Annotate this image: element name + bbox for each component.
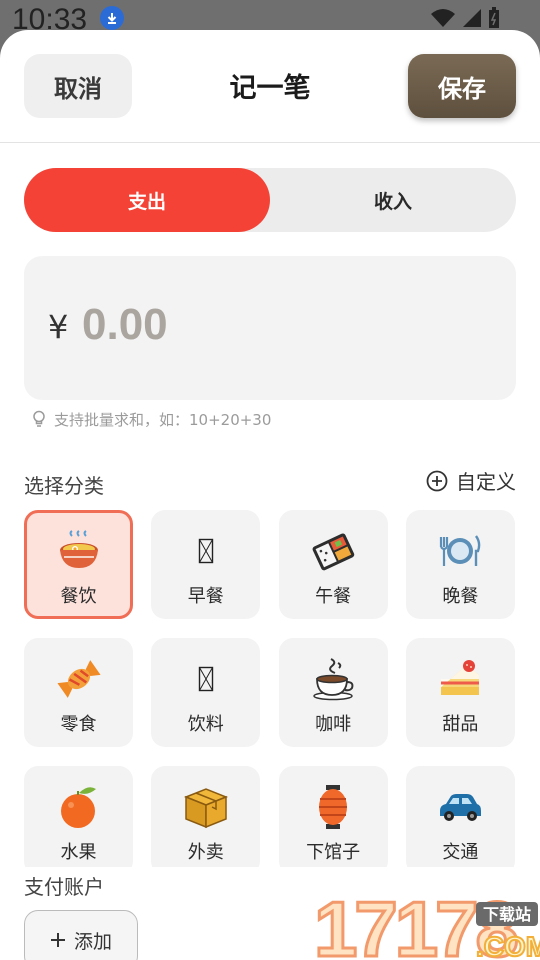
car-icon bbox=[437, 784, 483, 830]
category-label: 下馆子 bbox=[306, 842, 361, 863]
noodle-bowl-icon bbox=[56, 528, 102, 574]
plus-icon bbox=[50, 933, 65, 947]
plus-circle-icon bbox=[426, 470, 448, 491]
tab-expense[interactable]: 支出 bbox=[24, 168, 270, 232]
cancel-button[interactable]: 取消 bbox=[24, 54, 132, 118]
cake-icon bbox=[437, 656, 483, 702]
category-label: 咖啡 bbox=[315, 714, 352, 735]
category-tile-breakfast[interactable]: 早餐 bbox=[151, 510, 261, 619]
tangerine-icon bbox=[56, 784, 102, 830]
hot-coffee-icon bbox=[310, 656, 356, 702]
amount-value: 0.00 bbox=[82, 300, 168, 349]
plate-cutlery-icon bbox=[437, 528, 483, 574]
category-tile-fruit[interactable]: 水果 bbox=[24, 766, 133, 867]
category-label: 午餐 bbox=[315, 586, 352, 607]
download-icon bbox=[100, 6, 124, 30]
category-tile-snacks[interactable]: 零食 bbox=[24, 638, 133, 747]
missing-glyph-icon bbox=[183, 656, 229, 702]
custom-category-label: 自定义 bbox=[456, 470, 516, 494]
amount-input[interactable]: ¥ 0.00 bbox=[24, 256, 516, 400]
category-tile-dining[interactable]: 餐饮 bbox=[24, 510, 133, 619]
category-label: 水果 bbox=[60, 842, 97, 863]
add-account-label: 添加 bbox=[73, 930, 112, 953]
type-toggle: 支出 收入 bbox=[24, 168, 516, 232]
watermark-suffix: .COM bbox=[476, 931, 540, 960]
category-tile-transport[interactable]: 交通 bbox=[405, 766, 515, 867]
missing-glyph-icon bbox=[183, 528, 229, 574]
save-button[interactable]: 保存 bbox=[408, 54, 516, 118]
sum-hint-text: 支持批量求和，如：10+20+30 bbox=[54, 410, 272, 429]
category-label: 外卖 bbox=[187, 842, 224, 863]
category-label: 晚餐 bbox=[442, 586, 479, 607]
category-label: 餐饮 bbox=[60, 586, 97, 607]
category-label: 早餐 bbox=[187, 586, 224, 607]
page-title: 记一笔 bbox=[229, 73, 311, 104]
site-watermark: 17178 下载站 .COM bbox=[313, 868, 540, 960]
sum-hint: 支持批量求和，如：10+20+30 bbox=[32, 408, 271, 430]
category-label: 交通 bbox=[442, 842, 479, 863]
candy-icon bbox=[56, 656, 102, 702]
category-label: 甜品 bbox=[442, 714, 479, 735]
category-section-title: 选择分类 bbox=[24, 474, 104, 498]
category-label: 零食 bbox=[60, 714, 97, 735]
status-icons bbox=[430, 7, 500, 29]
lantern-icon bbox=[310, 784, 356, 830]
category-grid-viewport[interactable]: 餐饮 早餐 午餐 晚餐 零食 饮料 咖啡 甜品 水果 外卖 下馆子 交通 bbox=[0, 510, 540, 867]
category-grid: 餐饮 早餐 午餐 晚餐 零食 饮料 咖啡 甜品 水果 外卖 下馆子 交通 bbox=[24, 510, 516, 867]
category-tile-takeout[interactable]: 外卖 bbox=[151, 766, 261, 867]
record-sheet: 取消 记一笔 保存 支出 收入 ¥ 0.00 支持批量求和，如：10+20+30… bbox=[0, 30, 540, 960]
category-tile-drinks[interactable]: 饮料 bbox=[151, 638, 261, 747]
category-tile-restaurant[interactable]: 下馆子 bbox=[278, 766, 388, 867]
payment-section-title: 支付账户 bbox=[24, 875, 104, 899]
currency-symbol: ¥ bbox=[48, 308, 69, 346]
package-icon bbox=[183, 784, 229, 830]
battery-icon bbox=[489, 7, 499, 28]
category-tile-coffee[interactable]: 咖啡 bbox=[278, 638, 388, 747]
category-tile-lunch[interactable]: 午餐 bbox=[278, 510, 388, 619]
bento-box-icon bbox=[310, 528, 356, 574]
wifi-icon bbox=[431, 9, 455, 27]
watermark-badge: 下载站 bbox=[483, 905, 531, 924]
tab-income[interactable]: 收入 bbox=[270, 168, 516, 232]
category-tile-dessert[interactable]: 甜品 bbox=[405, 638, 515, 747]
category-tile-dinner[interactable]: 晚餐 bbox=[405, 510, 515, 619]
category-label: 饮料 bbox=[187, 714, 224, 735]
custom-category-button[interactable]: 自定义 bbox=[426, 466, 516, 495]
signal-icon bbox=[463, 9, 481, 27]
lightbulb-icon bbox=[33, 410, 45, 427]
sheet-header: 取消 记一笔 保存 bbox=[0, 30, 540, 143]
add-account-button[interactable]: 添加 bbox=[24, 910, 138, 960]
